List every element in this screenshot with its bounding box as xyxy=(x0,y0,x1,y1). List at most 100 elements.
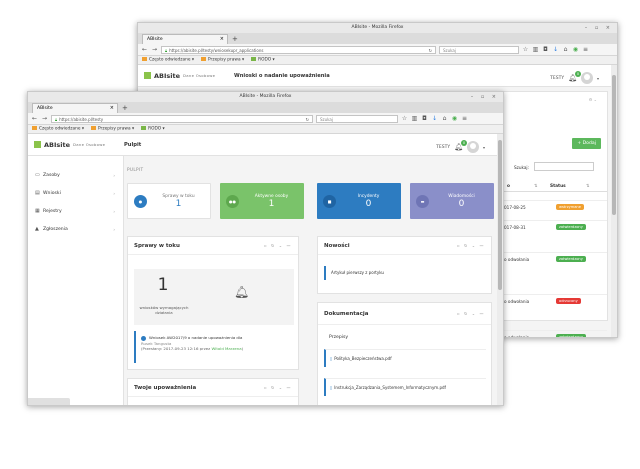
case-author-link[interactable]: Witold Marzena xyxy=(211,346,241,351)
back-icon[interactable]: ← xyxy=(141,46,148,53)
panel-tools-icon[interactable]: ▫ ↻ ⌄ — xyxy=(457,311,485,316)
sidebar-item-rejestry[interactable]: ▦ Rejestry › xyxy=(28,202,123,220)
panel-tools-icon[interactable]: ⚙ ⌄ xyxy=(589,97,597,102)
row-date: o odwołania xyxy=(504,257,530,262)
url-bar[interactable]: 🔒︎ https://abisite.pl/testy/wniosekupr_ap… xyxy=(161,45,436,54)
avatar[interactable] xyxy=(466,141,479,153)
reload-icon[interactable]: ↻ xyxy=(306,116,309,123)
column-header[interactable]: o xyxy=(507,184,510,189)
table-row[interactable]: o odwołania zatwierdzony xyxy=(504,330,607,337)
search-input[interactable]: Szukaj xyxy=(316,114,398,123)
pocket-icon[interactable]: ◘ xyxy=(542,46,549,53)
bookmark-rodo[interactable]: RODO ▾ xyxy=(141,126,165,132)
new-tab-icon[interactable]: + xyxy=(232,35,238,44)
library-icon[interactable]: ▥ xyxy=(411,115,418,122)
table-row[interactable]: o odwołania zatwierdzony xyxy=(504,252,607,266)
stat-card-1[interactable]: ●● Aktywne osoby 1 xyxy=(220,183,304,219)
forward-icon[interactable]: → xyxy=(151,46,158,53)
bookmark-laws[interactable]: Przepisy prawa ▾ xyxy=(91,126,134,132)
table-row[interactable]: 017-08-31 zatwierdzony xyxy=(504,220,607,234)
window-controls[interactable]: – ▫ × xyxy=(471,92,499,102)
bookmark-frequent[interactable]: Często odwiedzane ▾ xyxy=(142,57,194,63)
stat-card-2[interactable]: ■ Incydenty 0 xyxy=(317,183,401,219)
sidebar-item-wnioski[interactable]: ▤ Wnioski › xyxy=(28,184,123,202)
front-browser-window: ABIsite - Mozilla Firefox – ▫ × ABIsite ×… xyxy=(27,91,504,406)
browser-tab[interactable]: ABIsite × xyxy=(32,103,118,113)
close-tab-icon[interactable]: × xyxy=(220,35,224,44)
back-icon[interactable]: ← xyxy=(31,115,38,122)
doc-file-item[interactable]: ▯ Instrukcja_Zarządzania_Systemem_Informa… xyxy=(324,378,486,396)
folder-icon: ▭ xyxy=(35,172,40,178)
panel-tools-icon[interactable]: ▫ ↻ ⌄ — xyxy=(264,385,292,390)
tab-label: ABIsite xyxy=(37,106,53,111)
page-title: Wnioski o nadanie upoważnienia xyxy=(234,72,330,79)
bookmark-laws[interactable]: Przepisy prawa ▾ xyxy=(201,57,244,63)
bookmark-label: Często odwiedzane xyxy=(39,126,81,132)
column-header-status[interactable]: Status xyxy=(550,184,566,189)
bookmark-frequent[interactable]: Często odwiedzane ▾ xyxy=(32,126,84,132)
url-bar[interactable]: 🔒︎ https://abisite.pl/testy ↻ xyxy=(51,114,313,123)
bookmark-rodo[interactable]: RODO ▾ xyxy=(251,57,275,63)
bell-icon[interactable]: 🔔︎ 0 xyxy=(568,71,581,82)
list-icon: ▦ xyxy=(35,208,40,214)
panel-tools-icon[interactable]: ▫ ↻ ⌄ — xyxy=(264,243,292,248)
scrollbar[interactable] xyxy=(611,65,617,337)
app-header: ABIsite Dane Osobowe Pulpit TESTY 🔔︎ 0 ▾ xyxy=(28,134,503,156)
add-button[interactable]: + Dodaj xyxy=(572,138,601,149)
scroll-thumb[interactable] xyxy=(612,75,616,215)
pocket-icon[interactable]: ◘ xyxy=(421,115,428,122)
home-icon[interactable]: ⌂ xyxy=(562,46,569,53)
users-icon: ●● xyxy=(226,194,239,208)
nav-toolbar: ← → 🔒︎ https://abisite.pl/testy ↻ Szukaj ☆… xyxy=(28,113,503,125)
reload-icon[interactable]: ↻ xyxy=(429,47,432,54)
download-icon[interactable]: ↓ xyxy=(552,46,559,53)
star-icon[interactable]: ☆ xyxy=(522,46,529,53)
case-item[interactable]: Wniosek AW2017/9 o nadanie upoważnienia … xyxy=(134,331,294,363)
documents-panel: Dokumentacja ▫ ↻ ⌄ — Przepisy ▯ Polityka_B… xyxy=(317,302,492,405)
menu-icon[interactable]: ≡ xyxy=(582,46,589,53)
logo-subtitle: Dane Osobowe xyxy=(183,73,216,78)
library-icon[interactable]: ▥ xyxy=(532,46,539,53)
menu-icon[interactable]: ≡ xyxy=(461,115,468,122)
extension-icon[interactable]: ◉ xyxy=(572,46,579,53)
sort-icon[interactable]: ⇅ xyxy=(586,184,590,189)
authorizations-panel: Twoje upoważnienia ▫ ↻ ⌄ — xyxy=(127,378,299,405)
chevron-down-icon[interactable]: ▾ xyxy=(597,76,599,81)
case-title-row: Wniosek AW2017/9 o nadanie upoważnienia … xyxy=(141,331,294,341)
new-tab-icon[interactable]: + xyxy=(122,104,128,113)
app-logo[interactable]: ABIsite Dane Osobowe xyxy=(138,72,234,80)
download-icon[interactable]: ↓ xyxy=(431,115,438,122)
news-item[interactable]: Artykuł pierwszy z portyku xyxy=(324,266,486,280)
stat-card-3[interactable]: ▬ Wiadomości 0 xyxy=(410,183,494,219)
close-tab-icon[interactable]: × xyxy=(110,104,114,113)
forward-icon[interactable]: → xyxy=(41,115,48,122)
sidebar-item-zgłoszenia[interactable]: ▲ Zgłoszenia › xyxy=(28,220,123,238)
window-controls[interactable]: – ▫ × xyxy=(585,23,613,33)
chevron-right-icon: › xyxy=(113,226,115,232)
app-logo[interactable]: ABIsite Dane Osobowe xyxy=(28,141,124,149)
sort-icon[interactable]: ⇅ xyxy=(534,184,538,189)
scrollbar[interactable] xyxy=(497,134,503,405)
file-icon: ▤ xyxy=(35,190,40,196)
table-row[interactable]: o odwołania odrzucony xyxy=(504,294,607,308)
stat-value: 1 xyxy=(268,198,275,209)
status-badge: zatwierdzony xyxy=(556,256,586,262)
home-icon[interactable]: ⌂ xyxy=(441,115,448,122)
table-search-input[interactable] xyxy=(534,162,594,171)
dashboard-main: PULPIT ● Sprawy w toku 1 ●● Aktywne osoby 1 ■ I… xyxy=(124,156,497,405)
scroll-thumb[interactable] xyxy=(498,140,502,290)
doc-file-item[interactable]: ▯ Polityka_Bezpieczeństwa.pdf xyxy=(324,349,486,367)
bell-icon[interactable]: 🔔︎ 0 xyxy=(454,140,467,151)
star-icon[interactable]: ☆ xyxy=(401,115,408,122)
panel-tools-icon[interactable]: ▫ ↻ ⌄ — xyxy=(457,243,485,248)
chevron-down-icon[interactable]: ▾ xyxy=(483,145,485,150)
sidebar-item-zasoby[interactable]: ▭ Zasoby › xyxy=(28,166,123,184)
table-row[interactable]: 017-08-25 wstrzymane xyxy=(504,200,607,214)
browser-tab[interactable]: ABIsite × xyxy=(142,34,228,44)
search-input[interactable]: Szukaj xyxy=(439,45,519,54)
extension-icon[interactable]: ◉ xyxy=(451,115,458,122)
avatar[interactable] xyxy=(580,72,593,84)
stat-card-0[interactable]: ● Sprawy w toku 1 xyxy=(127,183,211,219)
panel-header: Dokumentacja ▫ ↻ ⌄ — xyxy=(318,303,491,325)
